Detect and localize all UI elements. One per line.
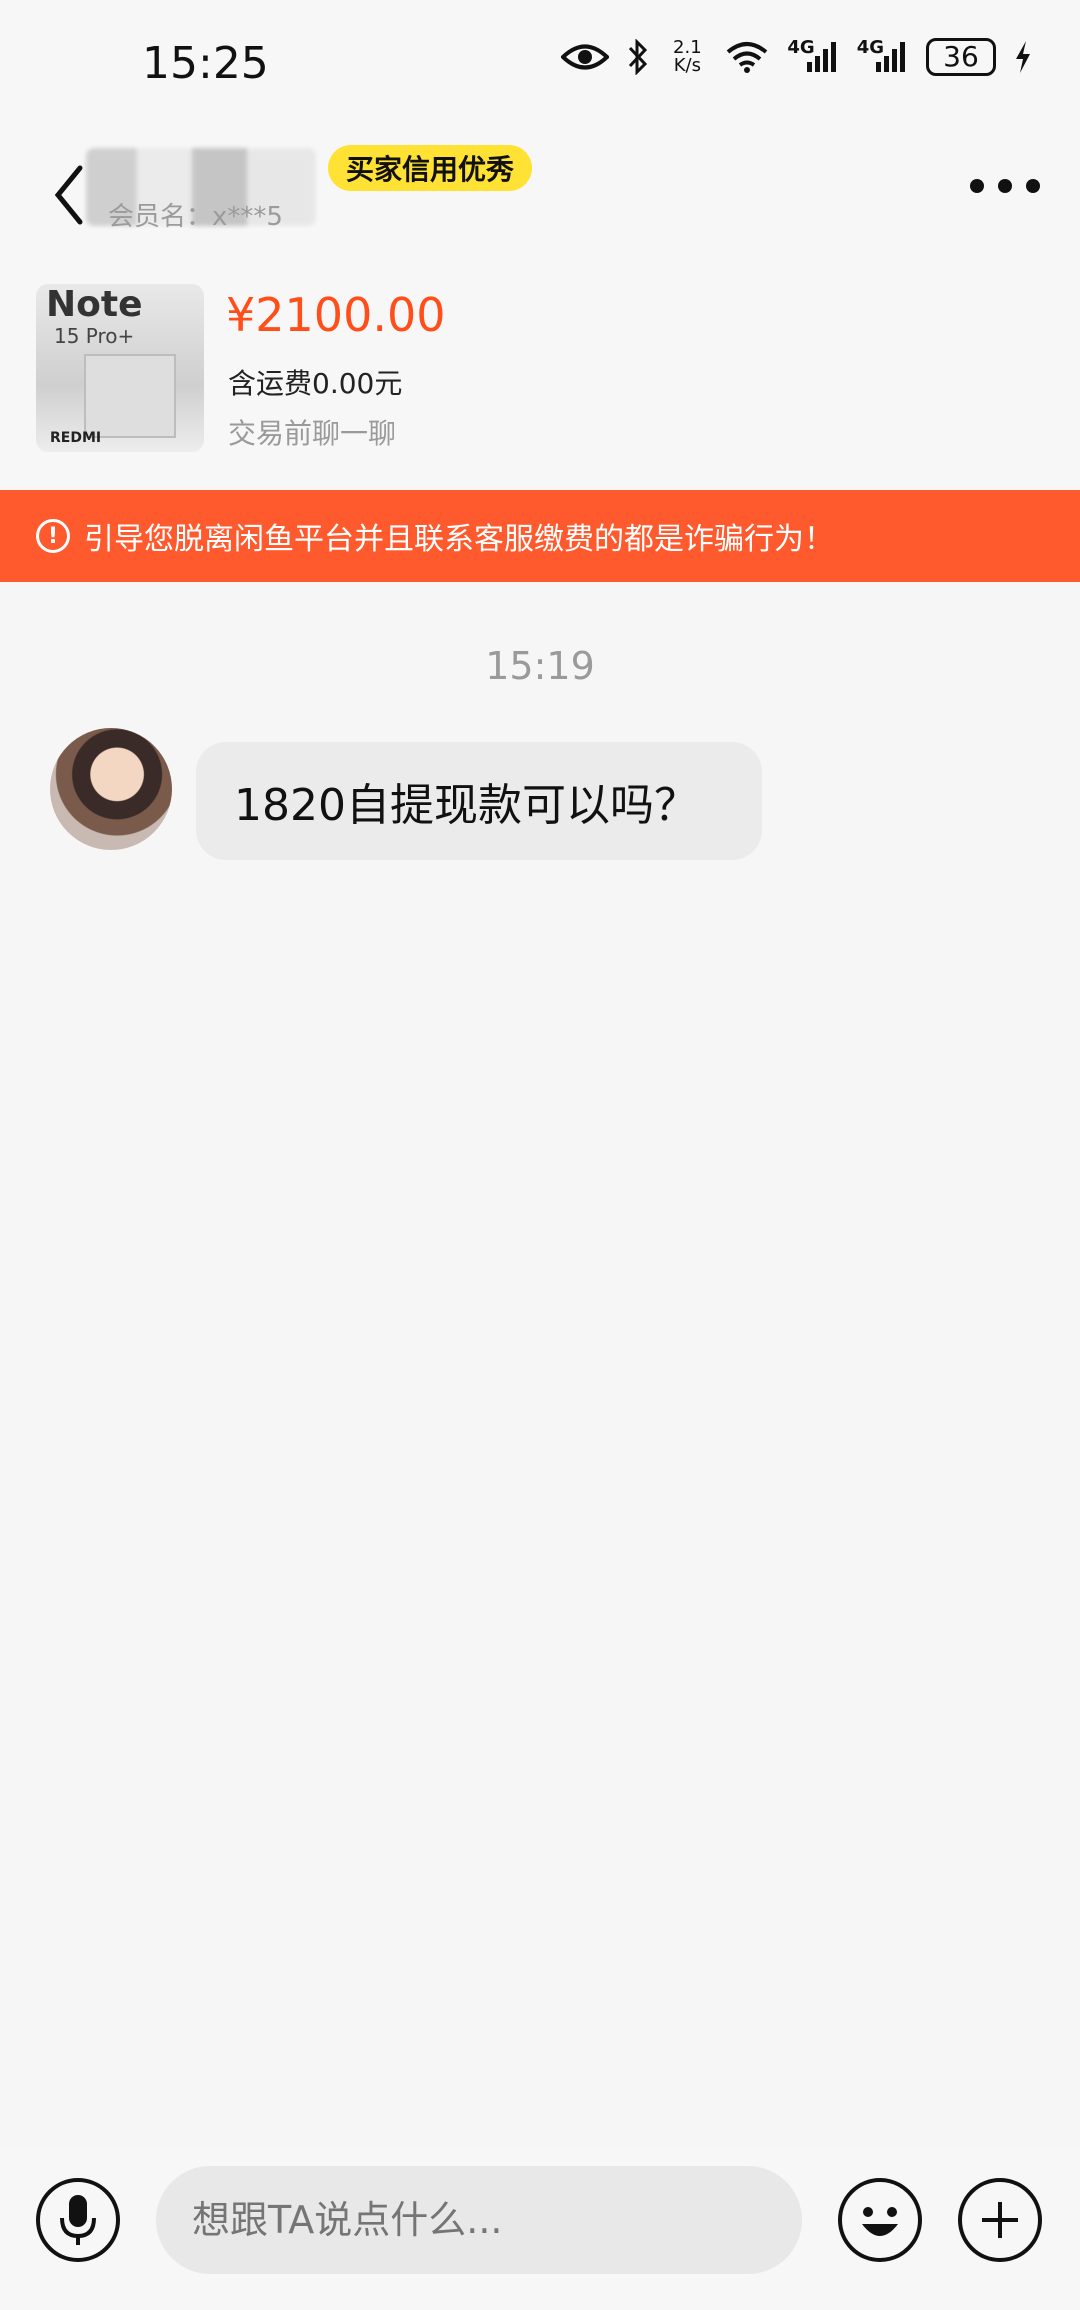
more-dot [970,179,984,193]
member-name: 会员名：x***5 [108,202,283,232]
alert-icon: ! [36,519,70,553]
fraud-warning-banner: ! 引导您脱离闲鱼平台并且联系客服缴费的都是诈骗行为！ [0,490,1080,582]
network-speed: 2.1 K/s [667,39,707,75]
charging-icon [1014,41,1032,73]
product-image-model: 15 Pro+ [54,324,135,348]
more-button[interactable] [970,176,1040,196]
signal-icon: 4G [857,39,908,74]
product-image-phone [84,354,176,438]
message-bubble[interactable]: 1820自提现款可以吗？ [196,742,762,860]
status-time: 15:25 [142,38,269,89]
battery-level: 36 [943,40,979,73]
product-image-text: Note [46,284,143,325]
eye-icon [561,42,610,72]
input-bar [0,2150,1080,2310]
product-image-brand: REDMI [50,430,102,446]
status-bar: 15:25 2.1 K/s 4G 4G 36 [0,0,1080,130]
plus-icon [982,2202,1018,2238]
network-speed-unit: K/s [673,55,701,76]
message-timestamp: 15:19 [485,644,595,688]
more-dot [1026,179,1040,193]
product-price: ¥2100.00 [226,288,446,342]
signal-icon: 4G [787,39,838,74]
emoji-icon [862,2207,898,2236]
chat-header: 买家信用优秀 会员名：x***5 [0,130,1080,260]
microphone-icon [60,2195,96,2245]
product-card[interactable]: Note 15 Pro+ REDMI ¥2100.00 含运费0.00元 交易前… [0,260,1080,490]
credit-badge: 买家信用优秀 [328,145,533,191]
wifi-icon [725,40,769,74]
more-dot [998,179,1012,193]
chevron-left-icon [54,165,83,225]
product-image[interactable]: Note 15 Pro+ REDMI [36,284,204,452]
chat-hint: 交易前聊一聊 [228,417,397,450]
add-button[interactable] [958,2178,1042,2262]
emoji-button[interactable] [838,2178,922,2262]
message-text: 1820自提现款可以吗？ [234,780,698,831]
shipping-info: 含运费0.00元 [228,367,403,400]
message-input[interactable] [156,2166,802,2274]
voice-button[interactable] [36,2178,120,2262]
bluetooth-icon [627,39,649,75]
back-button[interactable] [50,160,90,230]
avatar[interactable] [50,728,172,850]
warning-text: 引导您脱离闲鱼平台并且联系客服缴费的都是诈骗行为！ [84,522,834,557]
status-icons: 2.1 K/s 4G 4G 36 [561,38,1032,76]
battery-icon: 36 [926,38,996,76]
